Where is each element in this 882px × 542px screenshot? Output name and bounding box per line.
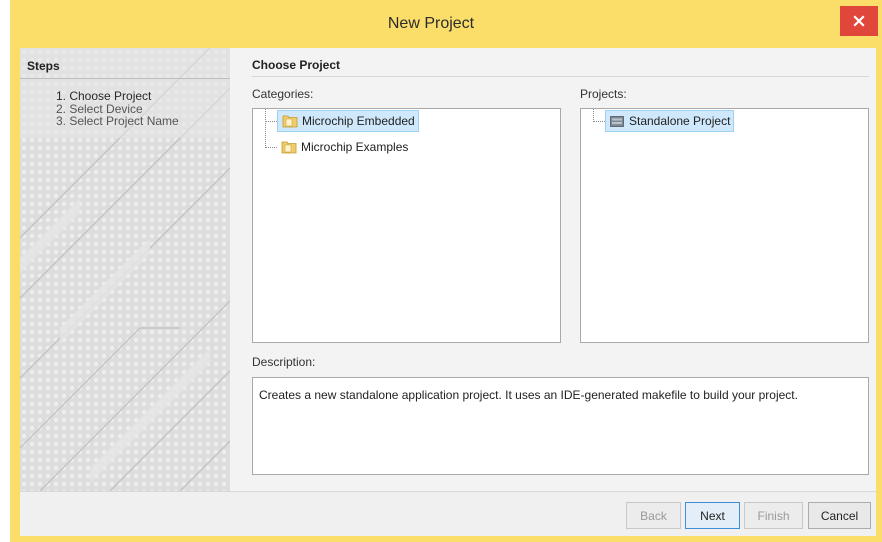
folder-icon: [281, 141, 297, 154]
title-bar[interactable]: New Project: [10, 0, 882, 48]
projects-label: Projects:: [580, 87, 627, 101]
tree-connector: [593, 121, 605, 122]
close-button[interactable]: [840, 6, 878, 36]
tree-connector: [265, 109, 266, 148]
divider: [20, 78, 230, 79]
categories-list[interactable]: Microchip Embedded Microchip Examples: [252, 108, 561, 343]
step-choose-project: 1. Choose Project: [56, 89, 152, 103]
window-title: New Project: [387, 15, 475, 32]
categories-label: Categories:: [252, 87, 314, 101]
description-label: Description:: [252, 355, 316, 369]
tree-item-microchip-examples[interactable]: Microchip Examples: [277, 136, 411, 158]
main-panel: Choose Project Categories: Microchip Emb…: [230, 48, 876, 491]
divider: [252, 76, 869, 77]
tree-item-label: Microchip Examples: [301, 140, 409, 154]
panel-title: Choose Project: [252, 58, 341, 72]
tree-connector: [265, 147, 277, 148]
tree-item-label: Microchip Embedded: [302, 114, 415, 128]
project-icon: [610, 115, 624, 127]
close-icon: [853, 15, 865, 27]
finish-button[interactable]: Finish: [744, 502, 803, 529]
cancel-button[interactable]: Cancel: [808, 502, 871, 529]
selection-highlight: Standalone Project: [605, 110, 735, 132]
step-select-project-name: 3. Select Project Name: [56, 114, 179, 128]
steps-list: 1. Choose Project 2. Select Device 3. Se…: [56, 90, 179, 128]
selection-highlight: Microchip Embedded: [277, 110, 419, 132]
new-project-dialog: New Project Steps 1. Choose Project 2. S…: [10, 0, 882, 542]
button-bar: Back Next Finish Cancel: [20, 491, 876, 536]
projects-list[interactable]: Standalone Project: [580, 108, 869, 343]
back-button[interactable]: Back: [626, 502, 681, 529]
description-text: Creates a new standalone application pro…: [252, 377, 869, 475]
tree-item-label: Standalone Project: [629, 114, 731, 128]
next-button[interactable]: Next: [685, 502, 740, 529]
steps-panel: Steps 1. Choose Project 2. Select Device…: [20, 48, 230, 491]
folder-icon: [282, 115, 298, 128]
dialog-body: Steps 1. Choose Project 2. Select Device…: [20, 48, 876, 536]
tree-connector: [265, 121, 277, 122]
tree-item-microchip-embedded[interactable]: Microchip Embedded: [277, 110, 419, 132]
tree-item-standalone-project[interactable]: Standalone Project: [605, 110, 735, 132]
